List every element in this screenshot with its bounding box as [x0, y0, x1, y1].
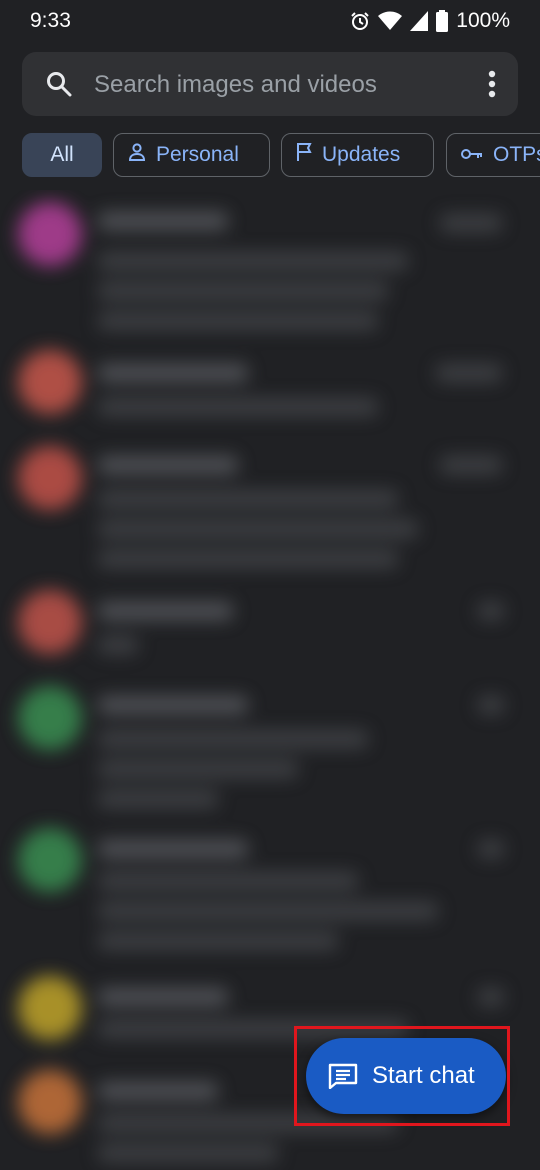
- avatar: [18, 828, 82, 892]
- chip-personal[interactable]: Personal: [113, 133, 270, 177]
- person-icon: [128, 143, 146, 167]
- avatar: [18, 976, 82, 1040]
- search-bar[interactable]: [22, 52, 518, 116]
- status-time: 9:33: [30, 9, 71, 32]
- battery-icon: [436, 10, 449, 32]
- key-icon: [461, 143, 483, 167]
- chip-all[interactable]: All: [22, 133, 102, 177]
- avatar: [18, 350, 82, 414]
- signal-icon: [410, 11, 429, 31]
- avatar: [18, 1070, 82, 1134]
- filter-chips: All Personal Updates OTPs: [22, 133, 540, 177]
- avatar: [18, 590, 82, 654]
- wifi-icon: [378, 11, 403, 31]
- chip-otps[interactable]: OTPs: [446, 133, 540, 177]
- avatar: [18, 202, 82, 266]
- more-vert-icon[interactable]: [488, 70, 496, 103]
- chip-label: Personal: [156, 143, 239, 166]
- avatar: [18, 446, 82, 510]
- alarm-icon: [350, 11, 370, 31]
- search-input[interactable]: [92, 66, 446, 104]
- avatar: [18, 686, 82, 750]
- status-icons: 100%: [350, 9, 510, 33]
- chip-label: All: [50, 143, 74, 166]
- conversation-list: [0, 190, 540, 1170]
- chip-label: Updates: [322, 143, 401, 166]
- status-bar: 9:33 100%: [0, 0, 540, 44]
- search-icon[interactable]: [46, 71, 72, 102]
- flag-icon: [296, 142, 312, 168]
- highlight-box: [294, 1026, 510, 1126]
- chip-label: OTPs: [493, 143, 540, 166]
- chip-updates[interactable]: Updates: [281, 133, 434, 177]
- battery-percent: 100%: [456, 9, 510, 32]
